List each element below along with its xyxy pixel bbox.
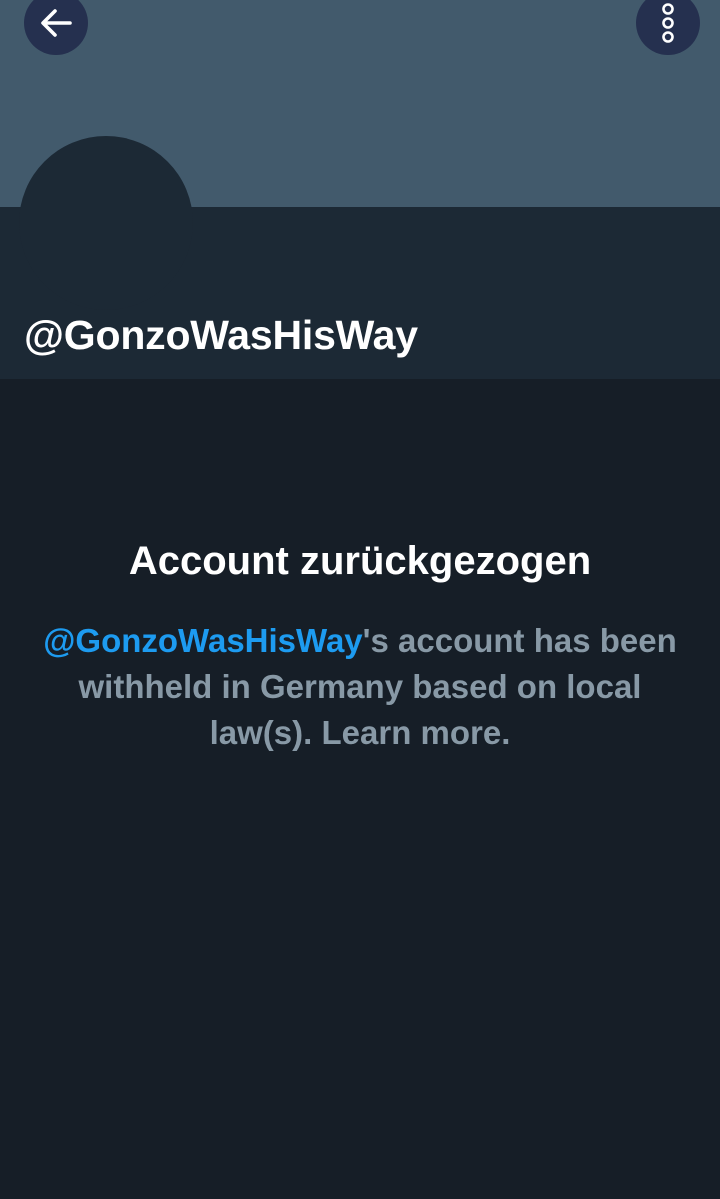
notice-handle-link[interactable]: @GonzoWasHisWay xyxy=(43,622,362,659)
profile-handle: @GonzoWasHisWay xyxy=(24,312,418,358)
notice-title: Account zurückgezogen xyxy=(128,539,592,583)
learn-more-link[interactable]: Learn more. xyxy=(321,714,510,751)
arrow-left-icon xyxy=(41,9,72,37)
withheld-notice: Account zurückgezogen @GonzoWasHisWay's … xyxy=(40,532,680,756)
more-vertical-icon xyxy=(662,3,674,43)
avatar xyxy=(19,136,193,310)
notice-body: @GonzoWasHisWay's account has been withh… xyxy=(40,618,680,756)
